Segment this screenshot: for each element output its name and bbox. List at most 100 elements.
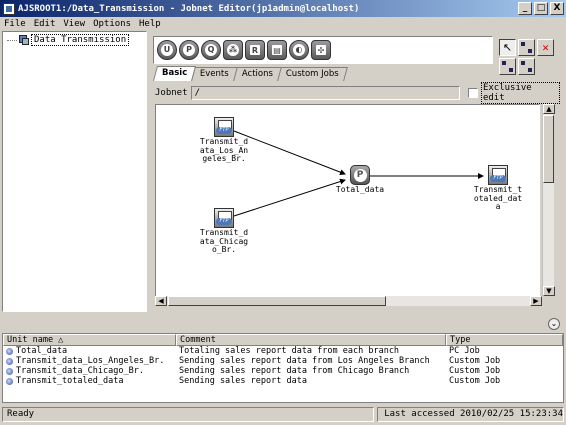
tab-custom-jobs[interactable]: Custom Jobs [277, 67, 348, 81]
vertical-scroll-thumb[interactable] [543, 115, 554, 183]
node-transmit-la[interactable]: FTP Transmit_d ata_Los_An geles_Br. [196, 117, 252, 164]
minimize-button[interactable]: _ [518, 2, 532, 15]
tree-node-data-transmission[interactable]: Data Transmission [7, 34, 130, 46]
node-label: Transmit_d ata_Los_An geles_Br. [199, 137, 249, 163]
node-label: Transmit_t otaled_dat a [473, 185, 523, 211]
tab-actions-label: Actions [241, 69, 273, 79]
node-label: Total_data [335, 185, 385, 194]
file-transfer-icon[interactable]: ▤ [267, 40, 287, 60]
jobnet-label: Jobnet [155, 88, 188, 98]
flow-control-icon[interactable]: ◐ [289, 40, 309, 60]
relation-tool-button[interactable] [499, 58, 516, 75]
delete-connection-icon: ✕ [542, 41, 549, 54]
table-row[interactable]: Total_data Totaling sales report data fr… [3, 346, 563, 356]
node-transmit-chicago[interactable]: FTP Transmit_d ata_Chicag o_Br. [196, 208, 252, 255]
judgment-icon[interactable]: ⁂ [223, 40, 243, 60]
menu-bar: File Edit View Options Help [0, 17, 566, 31]
relation-icon [502, 61, 513, 72]
scroll-right-button[interactable]: ▶ [530, 296, 542, 306]
map-area[interactable]: FTP Transmit_d ata_Los_An geles_Br. FTP … [155, 104, 540, 305]
column-comment[interactable]: Comment [176, 334, 446, 346]
select-tool-button[interactable]: ↖ [499, 39, 516, 56]
close-button[interactable]: X [550, 2, 564, 15]
maximize-button[interactable]: □ [534, 2, 548, 15]
ftp-badge: FTP [490, 175, 506, 182]
queue-job-icon[interactable]: Q [201, 40, 221, 60]
tab-actions[interactable]: Actions [233, 67, 282, 81]
table-row[interactable]: Transmit_data_Chicago_Br. Sending sales … [3, 366, 563, 376]
edit-tools: ↖ ✕ [499, 39, 554, 79]
unit-icon [6, 367, 13, 375]
arrange-tool-button[interactable] [518, 58, 535, 75]
unit-icon [6, 347, 13, 355]
queue-job-icon-glyph: Q [205, 44, 217, 56]
type-cell: Custom Job [449, 376, 501, 386]
scroll-left-button[interactable]: ◀ [155, 296, 167, 306]
pointer-icon: ↖ [502, 41, 513, 54]
event-job-icon[interactable]: R [245, 40, 265, 60]
table-row[interactable]: Transmit_totaled_data Sending sales repo… [3, 376, 563, 386]
judgment-icon-glyph: ⁂ [227, 44, 239, 56]
jobnet-icon-glyph: P [183, 44, 195, 56]
node-transmit-totaled[interactable]: FTP Transmit_t otaled_dat a [470, 165, 526, 212]
jobnet-editor: U P Q ⁂ R ▤ ◐ ✣ Basic Events Actions Cus… [151, 31, 564, 312]
ftp-badge: FTP [216, 218, 232, 225]
unit-icon-palette: U P Q ⁂ R ▤ ◐ ✣ [153, 36, 493, 64]
menu-view[interactable]: View [63, 19, 85, 29]
table-header: Unit name △ Comment Type [3, 334, 563, 346]
column-unit-name[interactable]: Unit name △ [3, 334, 176, 346]
jobnet-icon [19, 35, 29, 45]
app-icon [3, 2, 15, 15]
arrange-icon [521, 61, 532, 72]
jobnet-icon[interactable]: P [179, 40, 199, 60]
horizontal-scrollbar[interactable]: ◀ ▶ [155, 296, 542, 306]
ftp-badge: FTP [216, 127, 232, 134]
unit-name-cell: Total_data [3, 346, 176, 356]
exclusive-edit-box[interactable] [468, 88, 478, 98]
palette-tabs: Basic Events Actions Custom Jobs [152, 66, 348, 81]
title-bar: AJSROOT1:/Data_Transmission - Jobnet Edi… [0, 0, 566, 17]
tab-custom-jobs-label: Custom Jobs [285, 69, 339, 79]
scroll-down-button[interactable]: ▼ [543, 286, 555, 296]
unit-name-text: Transmit_data_Chicago_Br. [16, 366, 144, 376]
vertical-scrollbar[interactable]: ▲ ▼ [542, 104, 555, 296]
tab-events[interactable]: Events [191, 67, 238, 81]
comment-cell: Totaling sales report data from each bra… [179, 346, 400, 356]
file-transfer-icon-glyph: ▤ [272, 45, 282, 55]
column-type[interactable]: Type [446, 334, 563, 346]
scroll-up-button[interactable]: ▲ [543, 104, 555, 114]
node-total-data[interactable]: P Total_data [330, 165, 390, 195]
table-row[interactable]: Transmit_data_Los_Angeles_Br. Sending sa… [3, 356, 563, 366]
menu-file[interactable]: File [4, 19, 26, 29]
collapse-list-button[interactable]: ⌄ [548, 318, 560, 330]
ftp-job-icon: FTP [488, 165, 508, 185]
menu-edit[interactable]: Edit [34, 19, 56, 29]
ftp-job-icon: FTP [214, 208, 234, 228]
exclusive-edit-label: Exclusive edit [480, 82, 560, 104]
ftp-job-icon: FTP [214, 117, 234, 137]
horizontal-scroll-thumb[interactable] [168, 296, 386, 306]
exclusive-edit-checkbox[interactable]: Exclusive edit [468, 82, 560, 104]
unit-name-text: Total_data [16, 346, 68, 356]
jobnet-path-field: / [190, 86, 461, 100]
node-label: Transmit_d ata_Chicag o_Br. [199, 228, 249, 254]
tab-events-label: Events [200, 69, 229, 79]
unit-name-cell: Transmit_data_Los_Angeles_Br. [3, 356, 176, 366]
unit-icon [6, 377, 13, 385]
menu-help[interactable]: Help [139, 19, 161, 29]
jobnet-path-row: Jobnet / Exclusive edit [155, 82, 560, 104]
connect-tool-button[interactable] [518, 39, 535, 56]
flow-control-icon-glyph: ◐ [293, 44, 305, 56]
unit-name-cell: Transmit_totaled_data [3, 376, 176, 386]
pc-job-icon[interactable]: U [157, 40, 177, 60]
custom-icon[interactable]: ✣ [311, 40, 331, 60]
menu-options[interactable]: Options [93, 19, 131, 29]
type-cell: PC Job [449, 346, 480, 356]
comment-cell: Sending sales report data [179, 376, 307, 386]
tab-basic[interactable]: Basic [152, 66, 197, 81]
status-message: Ready [2, 407, 375, 422]
delete-connection-button[interactable]: ✕ [537, 39, 554, 56]
pc-badge: P [353, 168, 367, 182]
type-cell: Custom Job [449, 356, 501, 366]
last-accessed: Last accessed 2010/02/25 15:23:34 [377, 407, 564, 422]
